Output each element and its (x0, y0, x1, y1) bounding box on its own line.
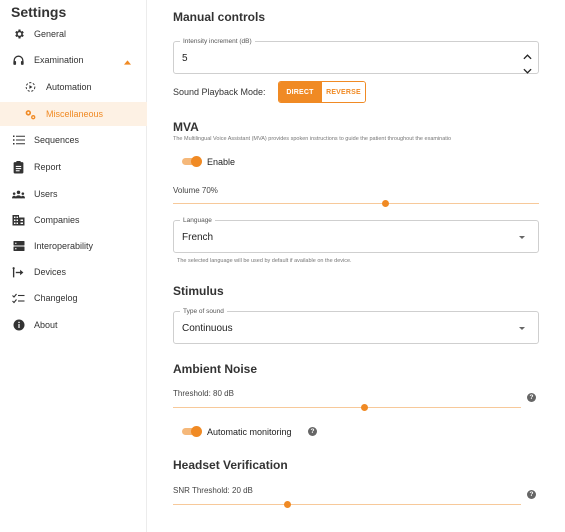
sidebar-item-automation[interactable]: Automation (0, 75, 147, 99)
field-label: Intensity increment (dB) (180, 37, 255, 46)
sidebar-item-label: Automation (46, 82, 92, 92)
threshold-slider[interactable] (173, 402, 521, 412)
mva-enable-switch[interactable] (180, 155, 202, 167)
gears-icon (24, 108, 37, 121)
section-title-mva: MVA (173, 120, 199, 134)
field-value: Continuous (182, 323, 233, 334)
chevron-up-icon[interactable] (124, 57, 131, 67)
mva-description: The Multilingual Voice Assistant (MVA) p… (173, 136, 452, 142)
reverse-button[interactable]: REVERSE (321, 82, 365, 102)
sidebar-item-general[interactable]: General (0, 22, 147, 46)
section-title-ambient-noise: Ambient Noise (173, 362, 258, 376)
direct-button[interactable]: DIRECT (279, 82, 321, 102)
section-title-headset-verification: Headset Verification (173, 458, 288, 472)
sidebar-item-label: Miscellaneous (46, 109, 104, 119)
playback-mode-toggle-group: DIRECT REVERSE (278, 81, 366, 103)
help-icon[interactable]: ? (308, 427, 317, 436)
sidebar: Settings General Examination Automation … (0, 0, 147, 532)
automation-icon (24, 81, 37, 94)
server-icon (12, 240, 25, 253)
gear-icon (12, 28, 25, 41)
field-label: Language (180, 216, 215, 225)
sidebar-item-label: About (34, 320, 58, 330)
automatic-monitoring-label: Automatic monitoring (207, 427, 292, 437)
help-icon[interactable]: ? (527, 393, 536, 402)
section-title-manual-controls: Manual controls (173, 10, 266, 24)
volume-label: Volume 70% (173, 186, 218, 195)
sidebar-item-label: Interoperability (34, 241, 94, 251)
sidebar-item-label: Companies (34, 215, 80, 225)
sidebar-item-miscellaneous[interactable]: Miscellaneous (0, 102, 147, 126)
list-icon (12, 134, 25, 147)
dropdown-caret-icon[interactable] (519, 236, 525, 239)
snr-threshold-label: SNR Threshold: 20 dB (173, 486, 253, 495)
building-icon (12, 214, 25, 227)
stepper-down-icon[interactable] (523, 61, 532, 79)
field-value: 5 (182, 53, 188, 64)
headphones-icon (12, 54, 25, 67)
sidebar-item-devices[interactable]: Devices (0, 260, 147, 284)
sidebar-item-companies[interactable]: Companies (0, 208, 147, 232)
sidebar-title: Settings (11, 4, 67, 20)
sidebar-item-label: Sequences (34, 135, 80, 145)
sidebar-item-users[interactable]: Users (0, 182, 147, 206)
section-title-stimulus: Stimulus (173, 284, 224, 298)
field-value: French (182, 232, 214, 243)
checklist-icon (12, 292, 25, 305)
settings-panel: Manual controls Intensity increment (dB)… (173, 0, 565, 532)
sidebar-item-changelog[interactable]: Changelog (0, 286, 147, 310)
devices-icon (12, 266, 25, 279)
sidebar-item-about[interactable]: About (0, 313, 147, 337)
intensity-increment-field[interactable]: Intensity increment (dB) 5 (173, 37, 539, 74)
mva-enable-label: Enable (207, 157, 236, 167)
info-icon (12, 319, 25, 332)
sidebar-item-sequences[interactable]: Sequences (0, 128, 147, 152)
snr-threshold-slider[interactable] (173, 499, 521, 509)
sidebar-item-label: Changelog (34, 293, 78, 303)
language-helper-text: The selected language will be used by de… (177, 258, 352, 264)
sidebar-item-report[interactable]: Report (0, 155, 147, 179)
field-label: Type of sound (180, 307, 227, 316)
threshold-label: Threshold: 80 dB (173, 389, 234, 398)
sidebar-item-label: Devices (34, 267, 67, 277)
sidebar-item-label: General (34, 29, 67, 39)
report-icon (12, 160, 25, 174)
language-select[interactable]: Language French (173, 216, 539, 253)
automatic-monitoring-switch[interactable] (180, 425, 202, 437)
dropdown-caret-icon[interactable] (519, 327, 525, 330)
users-icon (12, 188, 25, 201)
volume-slider[interactable] (173, 198, 539, 208)
sidebar-item-interoperability[interactable]: Interoperability (0, 234, 147, 258)
sidebar-item-examination[interactable]: Examination (0, 48, 147, 72)
sidebar-item-label: Examination (34, 55, 84, 65)
sidebar-item-label: Report (34, 162, 62, 172)
playback-mode-label: Sound Playback Mode: (173, 87, 266, 97)
sound-type-select[interactable]: Type of sound Continuous (173, 307, 539, 344)
help-icon[interactable]: ? (527, 490, 536, 499)
sidebar-item-label: Users (34, 189, 58, 199)
